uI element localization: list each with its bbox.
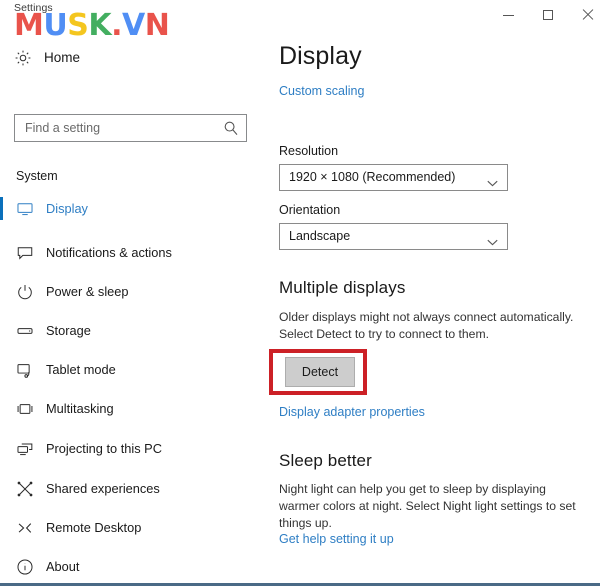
page-title: Display	[279, 42, 362, 70]
orientation-dropdown[interactable]: Landscape	[279, 223, 508, 250]
minimize-icon	[502, 14, 514, 16]
sidebar-item-power-sleep[interactable]: Power & sleep	[0, 275, 255, 308]
search-box[interactable]	[14, 114, 247, 142]
maximize-icon	[543, 10, 553, 20]
scrollbar-track[interactable]	[594, 32, 600, 583]
sidebar-item-label: Shared experiences	[46, 481, 160, 496]
sidebar-item-remote-desktop[interactable]: Remote Desktop	[0, 511, 255, 544]
detect-button[interactable]: Detect	[285, 357, 355, 387]
sidebar-item-home[interactable]: Home	[0, 44, 250, 74]
title-bar: Settings	[0, 0, 600, 32]
sidebar-group-label: System	[16, 169, 58, 183]
orientation-value: Landscape	[289, 229, 351, 243]
multiple-displays-heading: Multiple displays	[279, 278, 406, 297]
resolution-dropdown[interactable]: 1920 × 1080 (Recommended)	[279, 164, 508, 191]
close-button[interactable]	[568, 0, 600, 30]
sidebar-item-display[interactable]: Display	[0, 192, 255, 225]
sidebar-item-tablet-mode[interactable]: Tablet mode	[0, 353, 255, 386]
sidebar-item-projecting-to-this-pc[interactable]: Projecting to this PC	[0, 432, 255, 465]
sleep-better-description: Night light can help you get to sleep by…	[279, 482, 576, 530]
search-input[interactable]	[25, 115, 220, 141]
sidebar-item-label: Storage	[46, 323, 91, 338]
minimize-button[interactable]	[488, 0, 528, 30]
chevron-down-icon	[487, 233, 498, 246]
orientation-label: Orientation	[279, 203, 341, 217]
sidebar-item-notifications-actions[interactable]: Notifications & actions	[0, 236, 255, 269]
storage-icon	[16, 322, 34, 340]
sidebar-item-label: Remote Desktop	[46, 520, 142, 535]
maximize-button[interactable]	[528, 0, 568, 30]
sleep-better-heading: Sleep better	[279, 451, 372, 470]
sidebar-item-shared-experiences[interactable]: Shared experiences	[0, 472, 255, 505]
close-icon	[582, 9, 594, 21]
remote-desktop-icon	[16, 519, 34, 537]
sidebar-item-multitasking[interactable]: Multitasking	[0, 392, 255, 425]
sidebar-item-label: About	[46, 559, 80, 574]
sidebar-item-label: Power & sleep	[46, 284, 129, 299]
home-label: Home	[44, 50, 81, 65]
chevron-down-icon	[487, 174, 498, 187]
power-icon	[16, 283, 34, 301]
custom-scaling-link[interactable]: Custom scaling	[279, 84, 364, 98]
get-help-setting-it-up-link[interactable]: Get help setting it up	[279, 532, 394, 546]
search-icon[interactable]	[223, 120, 239, 136]
shared-icon	[16, 480, 34, 498]
info-icon	[16, 558, 34, 576]
window-title: Settings	[14, 2, 53, 14]
sidebar: Home System Display	[0, 32, 265, 583]
multiple-displays-description: Older displays might not always connect …	[279, 310, 574, 341]
resolution-label: Resolution	[279, 144, 339, 158]
tablet-icon	[16, 361, 34, 379]
sidebar-item-label: Tablet mode	[46, 362, 116, 377]
display-adapter-properties-link[interactable]: Display adapter properties	[279, 405, 425, 419]
monitor-icon	[16, 200, 34, 218]
projecting-icon	[16, 440, 34, 458]
sidebar-item-about[interactable]: About	[0, 550, 255, 583]
resolution-value: 1920 × 1080 (Recommended)	[289, 170, 456, 184]
sidebar-item-label: Notifications & actions	[46, 245, 172, 260]
sidebar-item-storage[interactable]: Storage	[0, 314, 255, 347]
sidebar-item-label: Projecting to this PC	[46, 441, 162, 456]
main-content: Display Custom scaling Resolution 1920 ×…	[265, 32, 600, 583]
multitasking-icon	[16, 400, 34, 418]
speech-bubble-icon	[16, 244, 34, 262]
gear-icon	[14, 49, 32, 67]
sidebar-item-label: Display	[46, 201, 88, 216]
sidebar-item-label: Multitasking	[46, 401, 114, 416]
settings-window: Settings MUSK.VN Home Find a setting Sys…	[0, 0, 600, 586]
